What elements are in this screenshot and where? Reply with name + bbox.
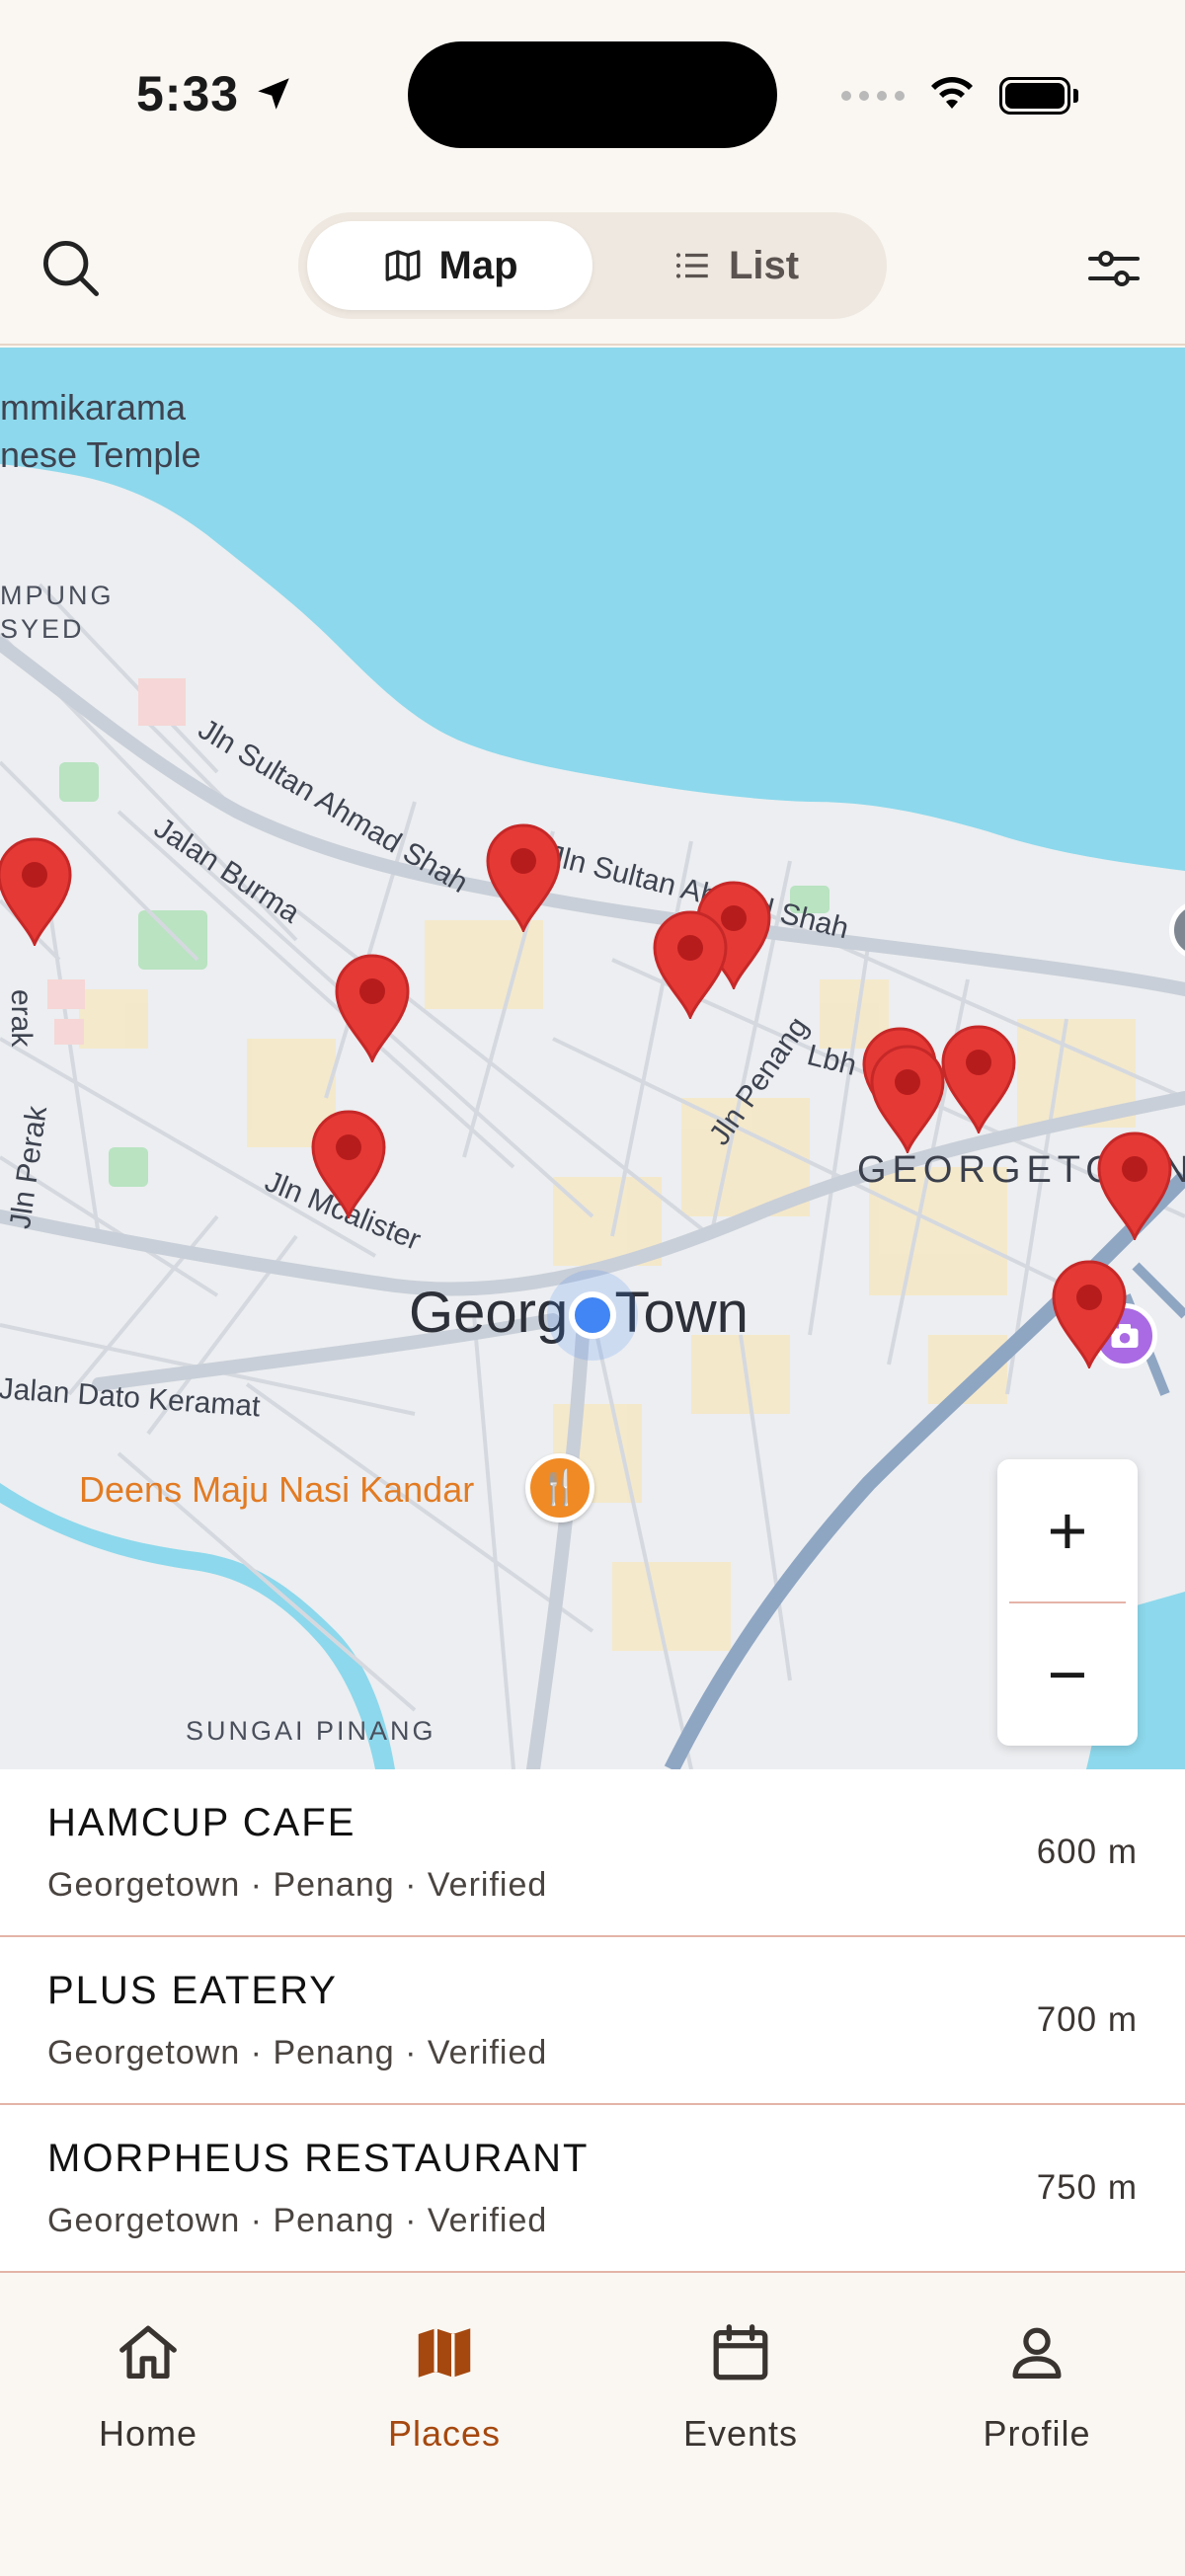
search-icon: [43, 241, 99, 296]
tab-home[interactable]: Home: [0, 2318, 296, 2455]
map-label-temple-1: mmikarama: [0, 387, 187, 428]
status-icons: [841, 73, 1078, 117]
map-label-kampung-1: MPUNG: [0, 581, 115, 610]
place-pin[interactable]: [308, 1108, 389, 1221]
bottom-tab-bar: Home Places Events Profile: [0, 2289, 1185, 2576]
list-icon: [675, 253, 708, 278]
list-item[interactable]: HAMCUP CAFE Georgetown · Penang · Verifi…: [0, 1769, 1185, 1937]
places-list: HAMCUP CAFE Georgetown · Penang · Verifi…: [0, 1769, 1185, 2273]
place-name: MORPHEUS RESTAURANT: [47, 2137, 590, 2180]
wifi-icon: [926, 73, 978, 117]
place-meta: Georgetown · Penang · Verified: [47, 1866, 548, 1904]
cellular-signal-icon: [841, 90, 905, 101]
tab-profile-label: Profile: [983, 2413, 1091, 2454]
clock-text: 5:33: [136, 66, 240, 121]
place-distance: 750 m: [1036, 2168, 1138, 2207]
place-pin[interactable]: [1094, 1130, 1175, 1243]
place-pin[interactable]: [938, 1023, 1019, 1136]
map-view-tab[interactable]: Map: [307, 221, 592, 310]
tab-home-label: Home: [98, 2413, 198, 2454]
list-view-tab[interactable]: List: [592, 221, 878, 310]
zoom-out-button[interactable]: −: [997, 1603, 1138, 1746]
status-bar: 5:33: [0, 0, 1185, 197]
place-pin[interactable]: [483, 821, 564, 935]
filter-button[interactable]: [1078, 233, 1149, 304]
place-name: PLUS EATERY: [47, 1969, 338, 2012]
view-toggle: Map List: [298, 212, 887, 319]
person-icon: [1012, 2327, 1062, 2379]
map-label-kampung-2: SYED: [0, 614, 85, 644]
home-icon: [119, 2325, 177, 2379]
calendar-icon: [713, 2324, 768, 2381]
map-label-temple-2: nese Temple: [0, 434, 201, 475]
restaurant-poi-icon[interactable]: 🍴: [525, 1453, 594, 1522]
place-meta: Georgetown · Penang · Verified: [47, 2202, 548, 2239]
place-pin[interactable]: [0, 835, 75, 949]
map-view-label: Map: [438, 243, 518, 287]
list-item[interactable]: PLUS EATERY Georgetown · Penang · Verifi…: [0, 1937, 1185, 2105]
map-view[interactable]: mmikarama nese Temple MPUNG SYED Jln Sul…: [0, 348, 1185, 1769]
map-label-poi: Deens Maju Nasi Kandar: [79, 1469, 475, 1510]
map-icon: [418, 2328, 471, 2378]
search-button[interactable]: [36, 233, 107, 304]
tab-places-label: Places: [387, 2413, 502, 2454]
place-distance: 700 m: [1036, 2000, 1138, 2039]
clock: 5:33: [136, 65, 294, 122]
place-distance: 600 m: [1036, 1833, 1138, 1871]
tab-events[interactable]: Events: [592, 2318, 889, 2455]
list-item[interactable]: MORPHEUS RESTAURANT Georgetown · Penang …: [0, 2105, 1185, 2273]
sliders-icon: [1088, 251, 1140, 286]
map-icon: [385, 250, 420, 281]
tab-profile[interactable]: Profile: [889, 2318, 1185, 2455]
top-toolbar: Map List: [0, 197, 1185, 346]
place-pin[interactable]: [867, 1043, 948, 1156]
current-location-dot: [569, 1291, 616, 1339]
place-pin[interactable]: [1049, 1258, 1130, 1371]
place-meta: Georgetown · Penang · Verified: [47, 2034, 548, 2071]
zoom-controls: + −: [997, 1459, 1138, 1746]
tab-events-label: Events: [682, 2413, 799, 2454]
map-label-sungai: SUNGAI PINANG: [186, 1716, 436, 1746]
place-pin[interactable]: [332, 952, 413, 1065]
battery-icon: [999, 76, 1078, 115]
map-label-perak-2: erak: [5, 989, 38, 1048]
zoom-in-button[interactable]: +: [997, 1459, 1138, 1601]
place-name: HAMCUP CAFE: [47, 1801, 356, 1844]
place-pin[interactable]: [650, 908, 731, 1022]
dynamic-island: [408, 41, 777, 148]
location-arrow-icon: [258, 78, 289, 110]
list-view-label: List: [728, 243, 800, 287]
tab-places[interactable]: Places: [296, 2318, 592, 2455]
